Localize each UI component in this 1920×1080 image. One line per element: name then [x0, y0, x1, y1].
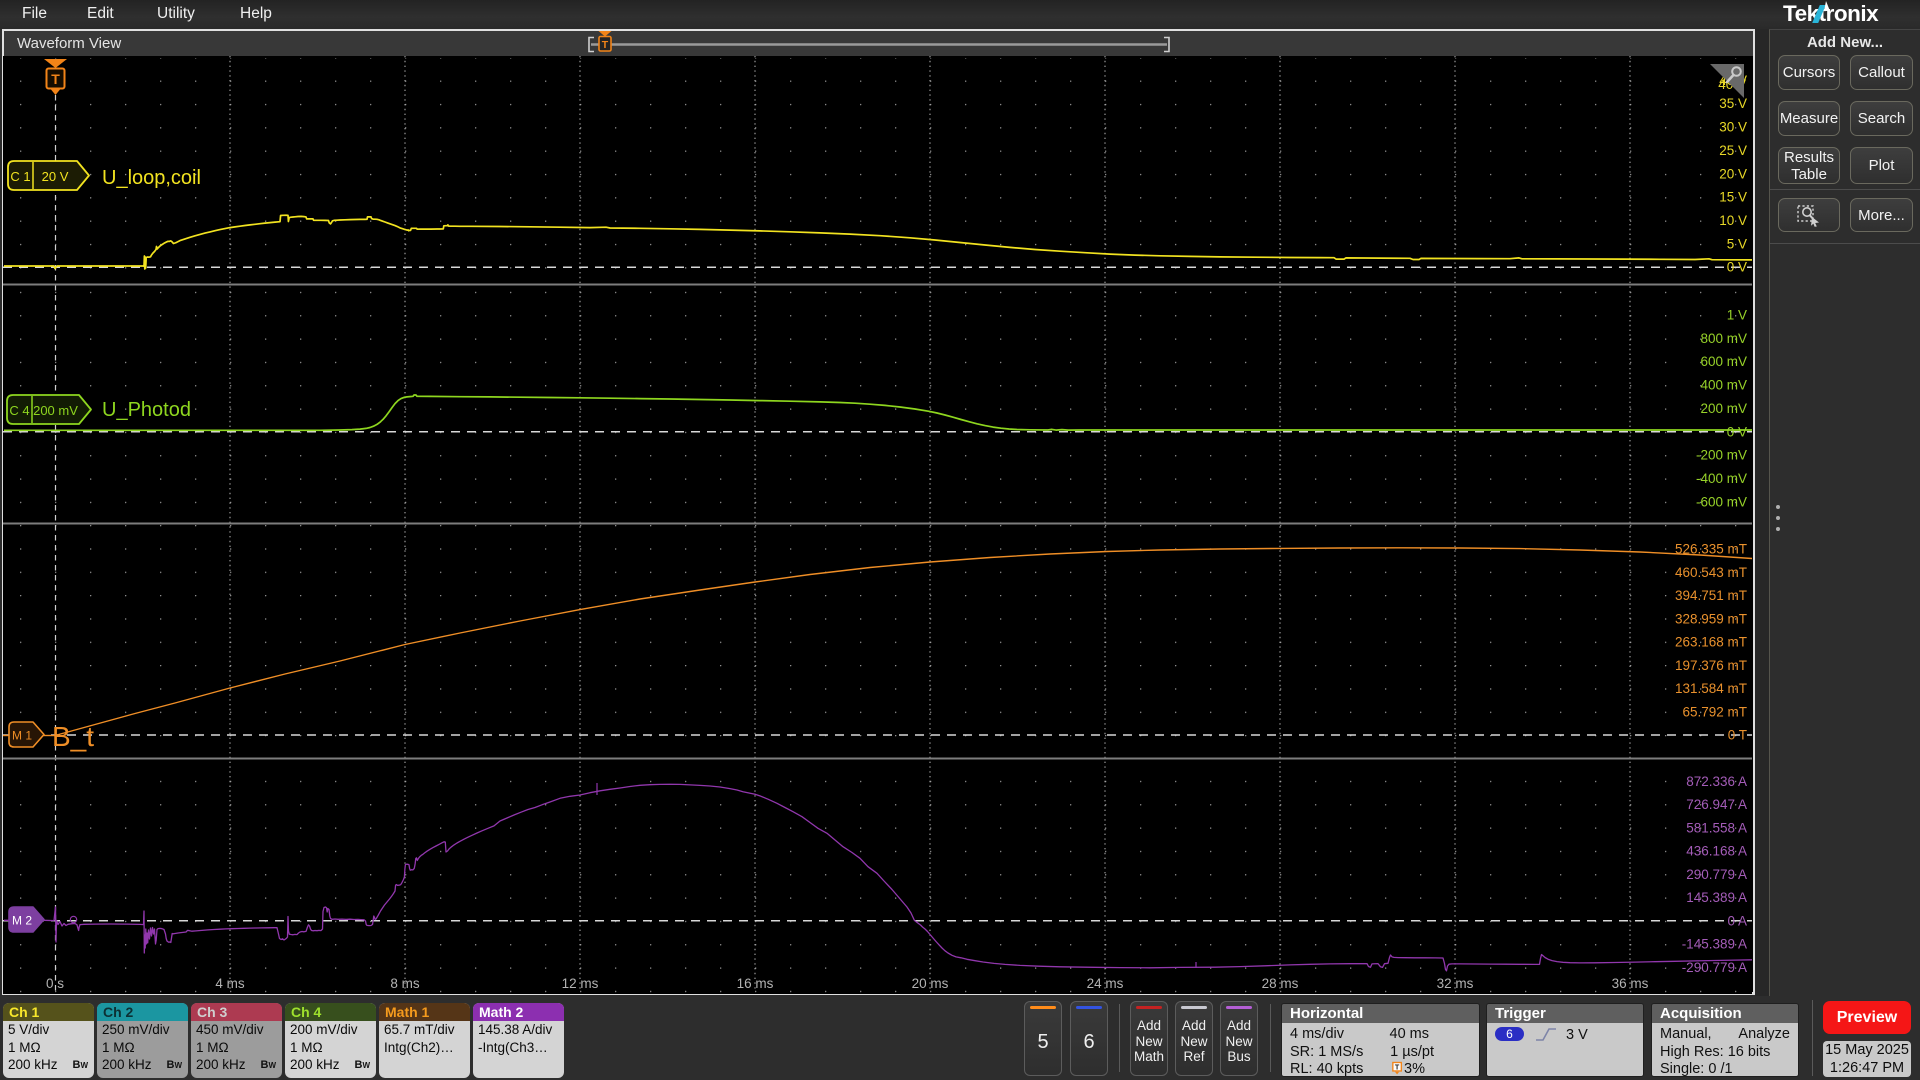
svg-text:U_Photod: U_Photod	[102, 399, 191, 421]
svg-text:65.792 mT: 65.792 mT	[1682, 704, 1747, 719]
svg-text:C 1: C 1	[10, 169, 30, 184]
svg-text:0 s: 0 s	[46, 976, 64, 991]
svg-text:0 T: 0 T	[1728, 728, 1747, 743]
svg-text:200 mV: 200 mV	[1700, 401, 1747, 416]
svg-text:263.168 mT: 263.168 mT	[1675, 635, 1747, 650]
svg-text:526.335 mT: 526.335 mT	[1675, 542, 1747, 557]
svg-text:-600 mV: -600 mV	[1696, 494, 1747, 509]
svg-text:-200 mV: -200 mV	[1696, 448, 1747, 463]
svg-text:T: T	[51, 71, 60, 87]
svg-text:12 ms: 12 ms	[562, 976, 599, 991]
svg-text:-400 mV: -400 mV	[1696, 471, 1747, 486]
svg-text:28 ms: 28 ms	[1262, 976, 1299, 991]
svg-text:M 2: M 2	[12, 914, 32, 928]
svg-text:T: T	[1395, 1062, 1400, 1071]
svg-text:M 1: M 1	[12, 729, 32, 743]
svg-text:20 V: 20 V	[1719, 166, 1747, 181]
svg-text:B_t: B_t	[52, 721, 94, 752]
svg-text:T: T	[602, 39, 609, 51]
svg-text:726.947 A: 726.947 A	[1686, 797, 1747, 812]
svg-text:328.959 mT: 328.959 mT	[1675, 611, 1747, 626]
svg-text:U_loop,coil: U_loop,coil	[102, 167, 201, 189]
svg-text:800 mV: 800 mV	[1700, 331, 1747, 346]
svg-text:0 V: 0 V	[1727, 424, 1747, 439]
svg-text:197.376 mT: 197.376 mT	[1675, 658, 1747, 673]
svg-text:131.584 mT: 131.584 mT	[1675, 681, 1747, 696]
svg-text:1 V: 1 V	[1727, 308, 1747, 323]
svg-text:600 mV: 600 mV	[1700, 354, 1747, 369]
svg-text:290.779 A: 290.779 A	[1686, 867, 1747, 882]
svg-text:400 mV: 400 mV	[1700, 378, 1747, 393]
svg-text:200 mV: 200 mV	[33, 403, 78, 418]
svg-text:394.751 mT: 394.751 mT	[1675, 588, 1747, 603]
svg-text:16 ms: 16 ms	[737, 976, 774, 991]
svg-text:36 ms: 36 ms	[1612, 976, 1649, 991]
svg-text:-290.779 A: -290.779 A	[1682, 960, 1747, 975]
svg-text:10 V: 10 V	[1719, 213, 1747, 228]
svg-text:15 V: 15 V	[1719, 190, 1747, 205]
svg-text:872.336 A: 872.336 A	[1686, 774, 1747, 789]
svg-text:20 V: 20 V	[42, 169, 69, 184]
svg-text:0 V: 0 V	[1727, 260, 1747, 275]
svg-text:25 V: 25 V	[1719, 143, 1747, 158]
svg-text:460.543 mT: 460.543 mT	[1675, 565, 1747, 580]
svg-text:24 ms: 24 ms	[1087, 976, 1124, 991]
svg-text:436.168 A: 436.168 A	[1686, 844, 1747, 859]
svg-text:8 ms: 8 ms	[390, 976, 420, 991]
svg-text:4 ms: 4 ms	[215, 976, 245, 991]
svg-text:145.389 A: 145.389 A	[1686, 890, 1747, 905]
svg-text:35 V: 35 V	[1719, 96, 1747, 111]
svg-text:5 V: 5 V	[1727, 236, 1747, 251]
svg-text:0 A: 0 A	[1727, 913, 1747, 928]
svg-text:30 V: 30 V	[1719, 120, 1747, 135]
svg-text:-145.389 A: -145.389 A	[1682, 937, 1747, 952]
svg-text:C 4: C 4	[9, 403, 29, 418]
svg-text:32 ms: 32 ms	[1437, 976, 1474, 991]
svg-text:581.558 A: 581.558 A	[1686, 820, 1747, 835]
svg-text:20 ms: 20 ms	[912, 976, 949, 991]
